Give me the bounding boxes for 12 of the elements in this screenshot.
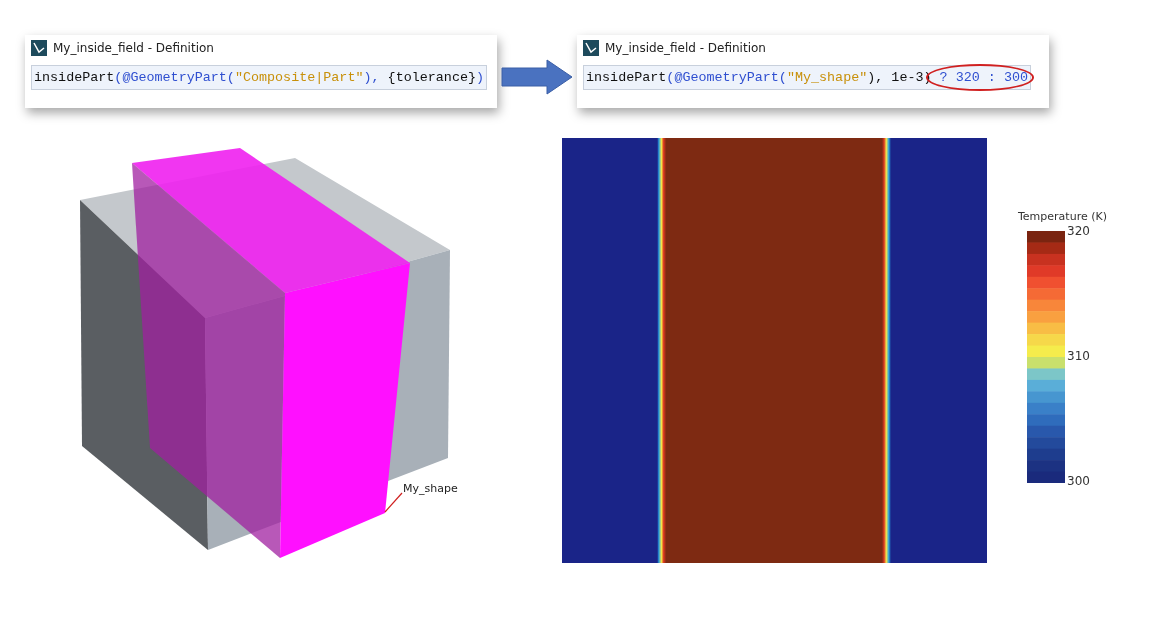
dialog-title: My_inside_field - Definition: [53, 41, 214, 55]
expression-field[interactable]: insidePart(@GeometryPart("Composite|Part"), {tolerance}): [31, 65, 488, 90]
legend-tick-label: 310: [1066, 349, 1090, 363]
shape-label: My_shape: [403, 482, 458, 495]
app-icon: [31, 40, 47, 56]
right-arrow-icon: [501, 58, 573, 95]
legend-title: Temperature (K): [1018, 210, 1107, 223]
legend-tick-label: 300: [1066, 474, 1090, 488]
leader-line: [384, 492, 403, 513]
dialog-title: My_inside_field - Definition: [605, 41, 766, 55]
app-icon: [583, 40, 599, 56]
legend-tick-label: 320: [1066, 224, 1090, 238]
